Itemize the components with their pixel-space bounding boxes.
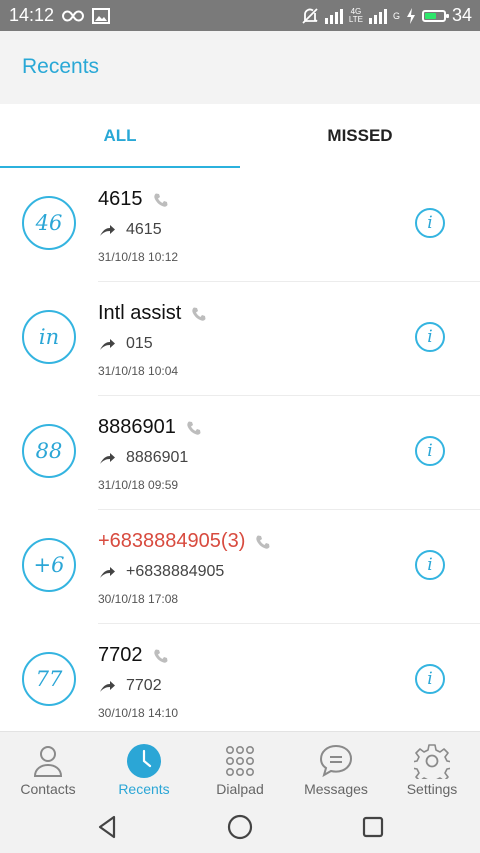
charging-icon [406,7,416,24]
call-log-item[interactable]: +6 +6838884905(3) +6838884905 30/10/18 1… [0,510,480,624]
call-name-row: Intl assist [98,302,207,325]
app-header: Recents [0,31,480,104]
battery-percent: 34 [451,5,472,25]
nav-settings-label: Settings [406,781,458,797]
gear-icon [414,743,450,779]
call-name: 4615 [98,188,143,210]
nav-dialpad[interactable]: Dialpad [192,732,288,801]
contact-avatar[interactable]: 88 [22,424,76,478]
outgoing-call-icon [100,681,115,692]
mute-icon [301,7,319,25]
call-detail: 4615 [98,221,162,239]
call-detail: 8886901 [98,449,188,467]
phone-icon [153,193,167,207]
nav-messages-label: Messages [304,781,368,797]
signal-strength-2-icon [368,8,387,24]
nav-recents-label: Recents [118,781,170,797]
network-lte-label: LTE [348,14,363,24]
call-number: +6838884905 [126,563,225,580]
info-button[interactable]: i [415,436,445,466]
dialpad-icon [222,743,258,779]
outgoing-call-icon [100,225,115,236]
phone-icon [256,535,270,549]
network-type-indicator: 4G LTE [348,7,363,24]
contact-avatar[interactable]: +6 [22,538,76,592]
home-button[interactable] [225,812,255,842]
nav-messages[interactable]: Messages [288,732,384,801]
nav-contacts[interactable]: Contacts [0,732,96,801]
outgoing-call-icon [100,567,115,578]
nav-dialpad-label: Dialpad [216,781,264,797]
contact-avatar[interactable]: in [22,310,76,364]
bottom-navigation: Contacts Recents Dialpad Messages Settin… [0,731,480,801]
info-button[interactable]: i [415,322,445,352]
call-log-item[interactable]: 77 7702 7702 30/10/18 14:10 i [0,624,480,731]
phone-icon [187,421,201,435]
info-button[interactable]: i [415,550,445,580]
contact-avatar[interactable]: 77 [22,652,76,706]
info-button[interactable]: i [415,208,445,238]
tab-bar: ALL MISSED [0,104,480,169]
person-icon [30,743,66,779]
home-circle-icon [227,814,253,840]
call-detail: 015 [98,335,153,353]
call-name: +6838884905(3) [98,530,246,552]
image-notification-icon [92,7,111,24]
outgoing-call-icon [100,453,115,464]
call-name-row: +6838884905(3) [98,530,271,553]
network-g-label: G [392,10,400,21]
call-detail: +6838884905 [98,563,224,581]
infinity-icon [62,9,85,22]
phone-icon [192,307,206,321]
call-datetime: 31/10/18 10:04 [98,364,179,378]
call-datetime: 30/10/18 17:08 [98,592,179,606]
phone-icon [153,649,167,663]
call-datetime: 31/10/18 09:59 [98,478,179,492]
status-time: 14:12 [9,5,55,25]
call-name-row: 4615 [98,188,169,211]
back-button[interactable] [92,812,122,842]
call-number: 015 [126,335,153,352]
battery-icon [421,9,449,22]
nav-contacts-label: Contacts [20,781,76,797]
call-log-item[interactable]: 88 8886901 8886901 31/10/18 09:59 i [0,396,480,510]
recent-apps-button[interactable] [358,812,388,842]
call-detail: 7702 [98,677,162,695]
call-number: 8886901 [126,449,189,466]
contact-avatar[interactable]: 46 [22,196,76,250]
info-button[interactable]: i [415,664,445,694]
call-name-row: 7702 [98,644,169,667]
call-datetime: 31/10/18 10:12 [98,250,179,264]
call-log-list[interactable]: 46 4615 4615 31/10/18 10:12 i in Intl as… [0,168,480,731]
back-triangle-icon [98,815,116,839]
page-title: Recents [22,55,100,78]
tab-all[interactable]: ALL [0,104,240,168]
call-name: 8886901 [98,416,176,438]
call-log-item[interactable]: in Intl assist 015 31/10/18 10:04 i [0,282,480,396]
outgoing-call-icon [100,339,115,350]
nav-recents[interactable]: Recents [96,732,192,801]
message-icon [318,743,354,779]
status-bar: 14:12 4G LTE G 34 [0,0,480,31]
call-name: Intl assist [98,302,182,324]
clock-icon [126,743,162,779]
call-name-row: 8886901 [98,416,202,439]
nav-settings[interactable]: Settings [384,732,480,801]
call-log-item[interactable]: 46 4615 4615 31/10/18 10:12 i [0,168,480,282]
tab-missed[interactable]: MISSED [240,104,480,168]
recent-apps-square-icon [362,816,384,838]
call-datetime: 30/10/18 14:10 [98,706,179,720]
call-number: 7702 [126,677,162,694]
call-name: 7702 [98,644,143,666]
signal-strength-icon [324,8,343,24]
system-navigation-bar [0,800,480,853]
call-number: 4615 [126,221,162,238]
